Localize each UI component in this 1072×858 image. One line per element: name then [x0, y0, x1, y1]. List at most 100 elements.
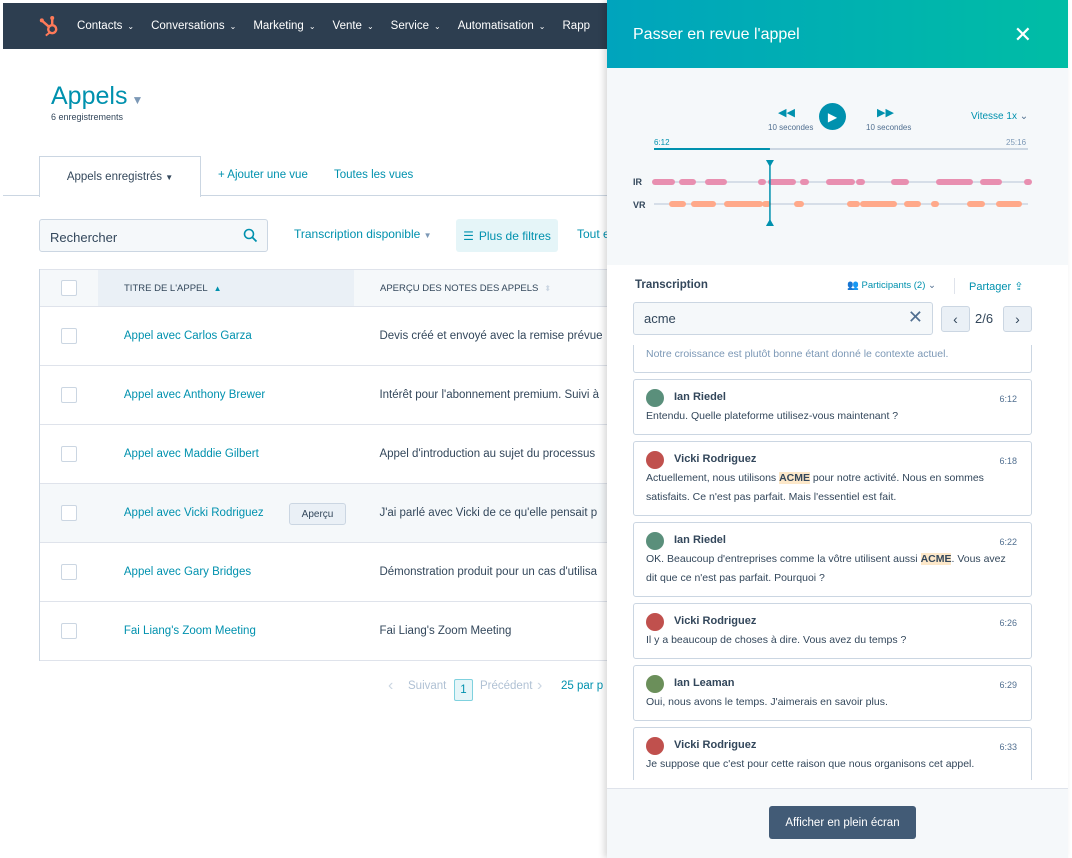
calls-table: TITRE DE L'APPEL ▲ APERÇU DES NOTES DES A…	[39, 269, 607, 661]
avatar	[646, 388, 664, 407]
nav-item-marketing[interactable]: Marketing ⌄	[253, 20, 315, 32]
row-checkbox[interactable]	[60, 564, 77, 580]
sliders-icon: ☰	[463, 228, 474, 243]
match-counter: 2/6	[975, 311, 994, 326]
track-label-vr: VR	[633, 200, 646, 210]
table-row[interactable]: Appel avec Anthony Brewer Intérêt pour l'…	[40, 366, 607, 425]
timestamp[interactable]: 6:22	[999, 533, 1017, 552]
transcript-list[interactable]: Notre croissance est plutôt bonne étant …	[633, 345, 1032, 780]
transcript-label: Transcription	[635, 279, 708, 291]
table-row[interactable]: Appel avec Gary Bridges Démonstration pro…	[40, 543, 607, 602]
nav-item-service[interactable]: Service ⌄	[391, 20, 441, 32]
speaker-name: Vicki Rodriguez	[674, 615, 757, 627]
call-title-link[interactable]: Appel avec Anthony Brewer	[98, 389, 354, 401]
avatar	[646, 531, 664, 550]
table-row[interactable]: Appel avec Vicki Rodriguez Aperçu J'ai par…	[40, 484, 607, 543]
column-notes[interactable]: APERÇU DES NOTES DES APPELS ⬍	[354, 283, 551, 294]
transcript-search-input[interactable]: acme ✕	[633, 302, 933, 335]
call-title-link[interactable]: Appel avec Carlos Garza	[98, 330, 354, 342]
transcript-message[interactable]: Ian Riedel 6:12 Entendu. Quelle plateforme…	[633, 379, 1032, 435]
timestamp[interactable]: 6:33	[999, 738, 1017, 757]
page-1-button[interactable]: 1	[454, 679, 473, 701]
row-checkbox[interactable]	[60, 387, 77, 403]
timestamp[interactable]: 6:29	[999, 676, 1017, 695]
nav-item-vente[interactable]: Vente ⌄	[333, 20, 374, 32]
nav-item-conversations[interactable]: Conversations ⌄	[151, 20, 236, 32]
hubspot-logo[interactable]	[37, 11, 61, 41]
transcript-message[interactable]: Ian Leaman 6:29 Oui, nous avons le temps. …	[633, 665, 1032, 721]
call-title-link[interactable]: Appel avec Gary Bridges	[98, 566, 354, 578]
plus-icon: +	[218, 169, 228, 181]
column-title[interactable]: TITRE DE L'APPEL ▲	[98, 270, 354, 306]
nav-item-rapp[interactable]: Rapp	[563, 20, 591, 32]
chevron-right-icon[interactable]: ›	[537, 677, 542, 695]
transcript-message[interactable]: Vicki Rodriguez 6:33 Je suppose que c'est …	[633, 727, 1032, 780]
preview-button[interactable]: Aperçu	[289, 503, 346, 525]
fullscreen-button[interactable]: Afficher en plein écran	[769, 806, 916, 839]
panel-header: Passer en revue l'appel ✕	[607, 0, 1068, 68]
top-nav: Contacts ⌄ Conversations ⌄ Marketing ⌄ Vente ⌄ S…	[3, 3, 607, 49]
search-input[interactable]: Rechercher	[39, 219, 268, 252]
chevron-down-icon: ⌄	[308, 22, 316, 31]
call-title-link[interactable]: Appel avec Maddie Gilbert	[98, 448, 354, 460]
call-notes: Intérêt pour l'abonnement premium. Suivi…	[379, 389, 599, 401]
speaker-name: Ian Riedel	[674, 534, 726, 546]
close-icon[interactable]: ✕	[1014, 22, 1032, 48]
prev-page-link[interactable]: Précédent	[480, 680, 532, 692]
call-title-link[interactable]: Fai Liang's Zoom Meeting	[98, 625, 354, 637]
panel-footer: Afficher en plein écran	[607, 788, 1068, 858]
page-title[interactable]: Appels ▼	[51, 82, 143, 111]
timestamp[interactable]: 6:18	[999, 452, 1017, 471]
transcript-message[interactable]: Vicki Rodriguez 6:26 Il y a beaucoup de ch…	[633, 603, 1032, 659]
all-views-link[interactable]: Toutes les vues	[334, 169, 413, 181]
chevron-left-icon: ‹	[953, 311, 958, 327]
all-filters-link[interactable]: Tout e	[577, 227, 610, 241]
table-row[interactable]: Fai Liang's Zoom Meeting Fai Liang's Zoom…	[40, 602, 607, 661]
timestamp[interactable]: 6:26	[999, 614, 1017, 633]
speaker-name: Vicki Rodriguez	[674, 453, 757, 465]
message-text: Il y a beaucoup de choses à dire. Vous a…	[646, 634, 907, 646]
table-row[interactable]: Appel avec Carlos Garza Devis créé et env…	[40, 307, 607, 366]
row-checkbox[interactable]	[60, 623, 77, 639]
timestamp[interactable]: 6:12	[999, 390, 1017, 409]
playhead-top-icon	[765, 160, 774, 167]
share-icon: ⇪	[1014, 281, 1024, 293]
transcript-message[interactable]: Vicki Rodriguez 6:18 Actuellement, nous ut…	[633, 441, 1032, 516]
search-icon	[243, 228, 258, 243]
sort-icon: ⬍	[544, 283, 552, 293]
transcription-filter[interactable]: Transcription disponible ▼	[294, 227, 432, 241]
table-row[interactable]: Appel avec Maddie Gilbert Appel d'introdu…	[40, 425, 607, 484]
caret-down-icon: ▼	[423, 231, 432, 240]
per-page-select[interactable]: 25 par p	[561, 680, 603, 692]
add-view-link[interactable]: + Ajouter une vue	[218, 169, 308, 181]
nav-item-automatisation[interactable]: Automatisation ⌄	[458, 20, 546, 32]
call-notes: Devis créé et envoyé avec la remise prév…	[379, 330, 603, 342]
prev-match-button[interactable]: ‹	[941, 306, 970, 332]
next-match-button[interactable]: ›	[1003, 306, 1032, 332]
clear-icon[interactable]: ✕	[908, 307, 923, 328]
select-all-checkbox[interactable]	[61, 280, 77, 296]
call-notes: J'ai parlé avec Vicki de ce qu'elle pens…	[379, 507, 598, 519]
next-page-link[interactable]: Suivant	[408, 680, 446, 692]
call-review-panel: Passer en revue l'appel ✕ ◀◀ 10 secondes …	[607, 0, 1068, 858]
row-checkbox[interactable]	[60, 328, 77, 344]
participants-dropdown[interactable]: 👥 Participants (2) ⌄	[847, 280, 936, 291]
chevron-down-icon: ⌄	[127, 22, 135, 31]
caret-down-icon: ▼	[165, 172, 174, 182]
share-button[interactable]: Partager ⇪	[969, 280, 1023, 293]
search-highlight: ACME	[779, 472, 810, 484]
row-checkbox[interactable]	[60, 446, 77, 462]
chevron-down-icon: ⌄	[538, 22, 546, 31]
transcript-message[interactable]: Ian Riedel 6:22 OK. Beaucoup d'entreprises…	[633, 522, 1032, 597]
tab-appels-enregistres[interactable]: Appels enregistrés ▼	[39, 156, 201, 197]
chevron-right-icon: ›	[1015, 311, 1020, 327]
nav-item-contacts[interactable]: Contacts ⌄	[77, 20, 134, 32]
speaker-name: Vicki Rodriguez	[674, 739, 757, 751]
message-text: Entendu. Quelle plateforme utilisez-vous…	[646, 410, 899, 422]
chevron-left-icon[interactable]: ‹	[388, 677, 393, 695]
timeline[interactable]	[607, 68, 1068, 265]
more-filters-button[interactable]: ☰ Plus de filtres	[456, 219, 558, 252]
call-notes: Appel d'introduction au sujet du process…	[379, 448, 596, 460]
row-checkbox[interactable]	[60, 505, 77, 521]
track-label-ir: IR	[633, 177, 642, 187]
